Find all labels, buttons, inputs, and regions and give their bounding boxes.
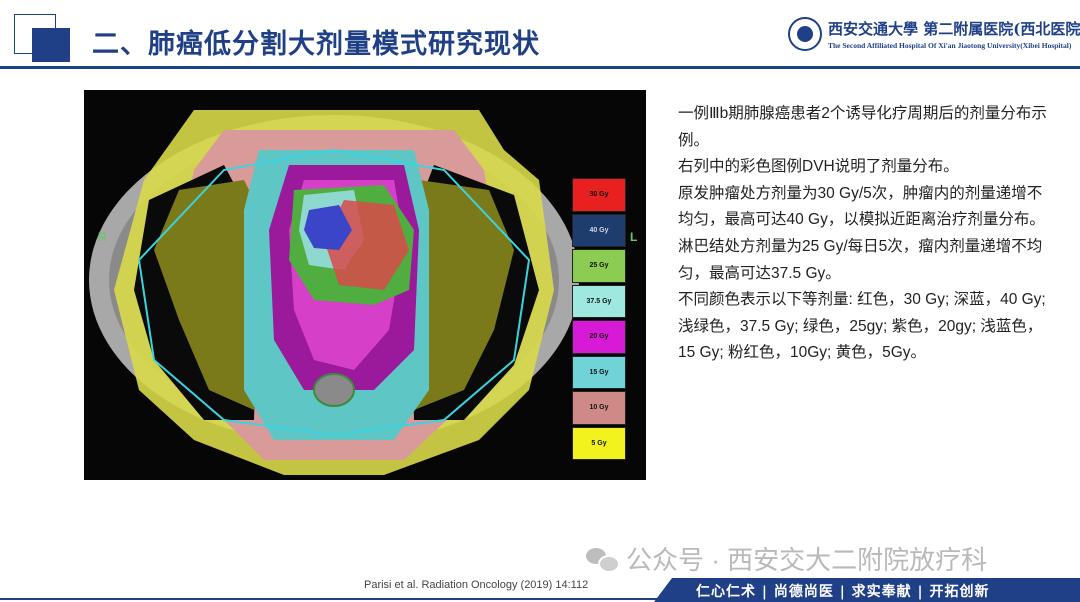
description-paragraph: 原发肿瘤处方剂量为30 Gy/5次，肿瘤内的剂量递增不均匀，最高可达40 Gy，… (678, 184, 1045, 229)
orientation-right-label: L (630, 230, 638, 244)
page-title: 二、肺癌低分割大剂量模式研究现状 (92, 29, 540, 59)
footer-motto: 仁心仁术 | 尚德尚医 | 求实奉献 | 开拓创新 (696, 584, 990, 600)
legend-item-25gy: 25 Gy (572, 249, 626, 283)
citation: Parisi et al. Radiation Oncology (2019) … (364, 579, 589, 591)
hospital-logo: 西安交通大學 第二附属医院(西北医院) The Second Affiliate… (788, 16, 1080, 56)
hospital-name-en: The Second Affiliated Hospital Of Xi'an … (828, 41, 1072, 50)
dose-legend: 30 Gy 40 Gy 25 Gy 37.5 Gy 20 Gy 15 Gy 10… (572, 178, 626, 462)
legend-item-30gy: 30 Gy (572, 178, 626, 212)
legend-item-37-5gy: 37.5 Gy (572, 284, 626, 318)
legend-label: 25 Gy (589, 262, 609, 270)
legend-item-40gy: 40 Gy (572, 213, 626, 247)
hospital-seal-icon (788, 17, 822, 51)
legend-label: 10 Gy (589, 404, 609, 412)
wechat-icon (586, 546, 620, 573)
description-panel: 一例Ⅲb期肺腺癌患者2个诱导化疗周期后的剂量分布示例。 右列中的彩色图例DVH说… (678, 101, 1050, 367)
legend-label: 15 Gy (589, 368, 609, 376)
description-paragraph: 淋巴结处方剂量为25 Gy/每日5次，瘤内剂量递增不均匀，最高可达37.5 Gy… (678, 237, 1043, 282)
description-paragraph: 右列中的彩色图例DVH说明了剂量分布。 (678, 158, 959, 176)
footer-band: 仁心仁术 | 尚德尚医 | 求实奉献 | 开拓创新 (654, 578, 1080, 602)
legend-label: 37.5 Gy (586, 297, 612, 305)
orientation-left-label: R (98, 230, 107, 244)
corner-square-fill (32, 28, 70, 62)
legend-label: 30 Gy (589, 191, 609, 199)
legend-item-15gy: 15 Gy (572, 355, 626, 389)
watermark-text: 公众号 · 西安交大二附院放疗科 (626, 545, 988, 575)
title-divider (0, 66, 1080, 69)
bottom-divider (0, 598, 672, 600)
legend-item-5gy: 5 Gy (572, 426, 626, 460)
wechat-watermark: 公众号 · 西安交大二附院放疗科 (586, 540, 987, 577)
corner-decoration (14, 14, 72, 64)
description-paragraph: 不同颜色表示以下等剂量: 红色，30 Gy; 深蓝，40 Gy; 浅绿色，37.… (678, 291, 1046, 362)
legend-item-10gy: 10 Gy (572, 391, 626, 425)
legend-label: 40 Gy (589, 226, 609, 234)
ct-dose-map (84, 90, 646, 480)
legend-item-20gy: 20 Gy (572, 320, 626, 354)
legend-label: 20 Gy (589, 333, 609, 341)
dose-distribution-image: 30 Gy 40 Gy 25 Gy 37.5 Gy 20 Gy 15 Gy 10… (84, 90, 646, 480)
description-paragraph: 一例Ⅲb期肺腺癌患者2个诱导化疗周期后的剂量分布示例。 (678, 105, 1047, 149)
legend-label: 5 Gy (591, 439, 607, 447)
hospital-name-cn: 西安交通大學 第二附属医院(西北医院) (828, 20, 1080, 38)
